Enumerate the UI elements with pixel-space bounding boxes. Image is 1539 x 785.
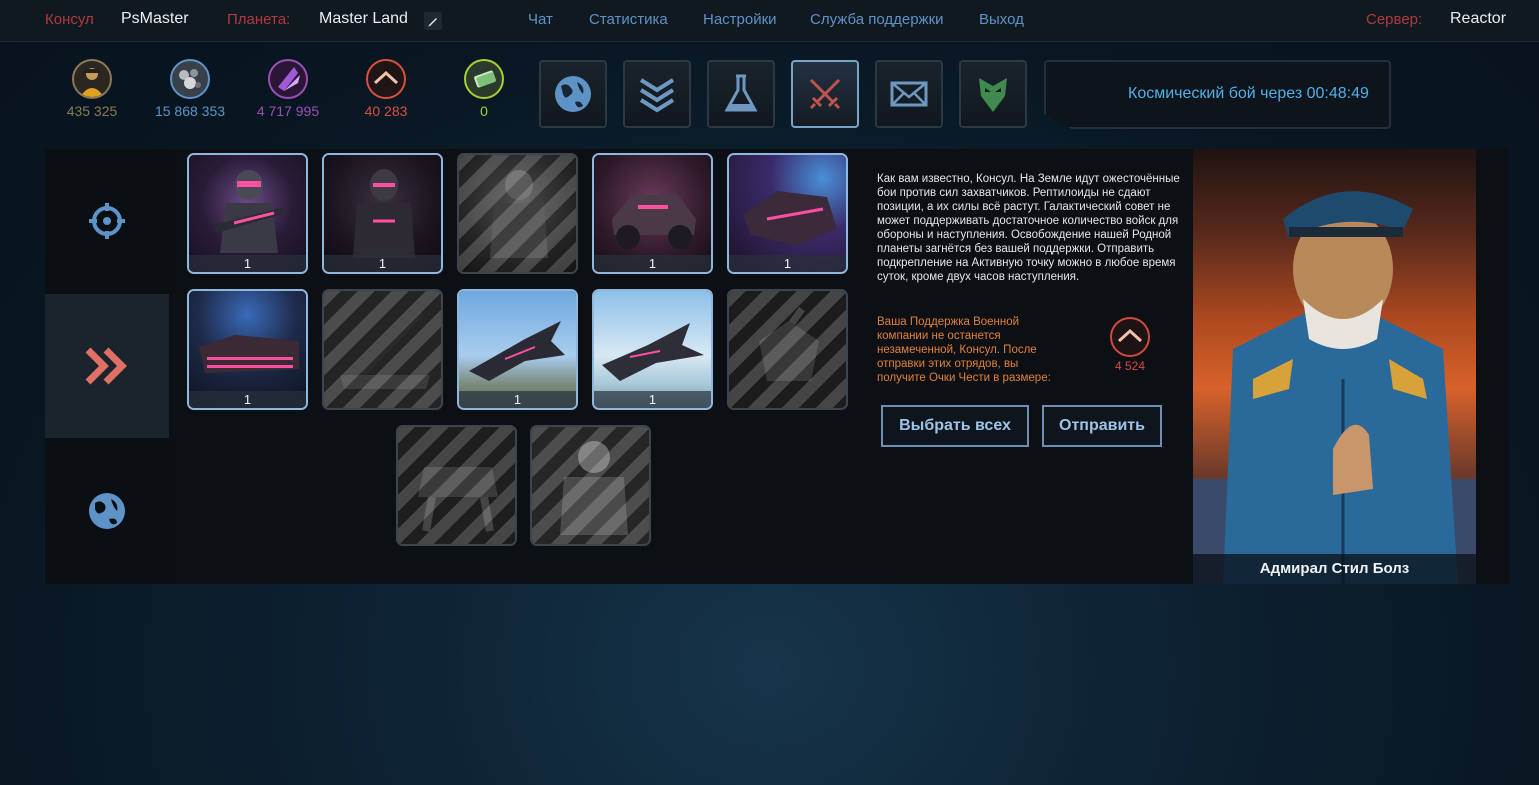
tab-battle[interactable]	[791, 60, 859, 128]
resource-metal: 15 868 353	[145, 59, 235, 119]
unit-card[interactable]: 1	[187, 153, 308, 274]
unit-card[interactable]: 1	[187, 289, 308, 410]
top-bar: Консул PsMaster Планета: Master Land Чат…	[0, 0, 1539, 42]
nav-statistics[interactable]: Статистика	[589, 11, 668, 28]
locked-overlay	[324, 291, 441, 408]
planet-label: Планета:	[227, 11, 291, 28]
hover-tank-image	[743, 191, 837, 245]
edit-planet-name-button[interactable]	[424, 12, 442, 30]
portrait-name: Адмирал Стил Болз	[1193, 554, 1476, 584]
consul-name: PsMaster	[121, 10, 189, 27]
unit-count: 1	[729, 255, 846, 272]
resource-value: 40 283	[364, 103, 408, 119]
unit-card-locked[interactable]	[727, 289, 848, 410]
globe-icon	[89, 493, 125, 529]
tab-ranks[interactable]	[623, 60, 691, 128]
metal-icon	[170, 59, 210, 99]
reward-text: Ваша Поддержка Военной компании не остан…	[877, 316, 1051, 384]
nav-chat[interactable]: Чат	[528, 11, 553, 28]
flask-icon	[724, 74, 758, 112]
locked-overlay	[459, 155, 576, 272]
unit-count: 1	[594, 391, 711, 408]
battle-timer: Космический бой через 00:48:49	[1044, 60, 1391, 129]
mail-icon	[890, 81, 928, 107]
credits-icon	[464, 59, 504, 99]
server-label: Сервер:	[1366, 11, 1423, 28]
unit-card-locked[interactable]	[322, 289, 443, 410]
nav-logout[interactable]: Выход	[979, 11, 1024, 28]
honor-icon	[1110, 317, 1150, 357]
planet-icon	[555, 76, 591, 112]
battle-timer-text: Космический бой через 00:48:49	[1128, 85, 1369, 102]
unit-card[interactable]: 1	[457, 289, 578, 410]
sidebar-item-support[interactable]	[45, 294, 169, 438]
resource-credits: 0	[439, 59, 529, 119]
sidebar	[45, 149, 169, 584]
nav-settings[interactable]: Настройки	[703, 11, 777, 28]
unit-card-locked[interactable]	[530, 425, 651, 546]
locked-overlay	[398, 427, 515, 544]
resource-value: 435 325	[66, 103, 118, 119]
crossed-swords-icon	[809, 78, 841, 110]
fighter-image	[469, 321, 565, 381]
locked-overlay	[532, 427, 649, 544]
buggy-image	[612, 195, 696, 249]
consul-label: Консул	[45, 11, 94, 28]
unit-count: 1	[594, 255, 711, 272]
trooper-image	[214, 170, 286, 253]
sidebar-item-world[interactable]	[45, 439, 169, 583]
ranks-icon	[639, 78, 675, 113]
resource-value: 15 868 353	[154, 103, 226, 119]
nav-support[interactable]: Служба поддержки	[810, 11, 944, 28]
pencil-icon	[428, 18, 437, 27]
unit-card-locked[interactable]	[457, 153, 578, 274]
unit-count: 1	[189, 391, 306, 408]
resource-population: 435 325	[47, 59, 137, 119]
crystal-icon	[268, 59, 308, 99]
unit-card[interactable]: 1	[592, 153, 713, 274]
crosshair-icon	[89, 203, 125, 239]
tab-mail[interactable]	[875, 60, 943, 128]
reward-value: 4 524	[1114, 359, 1146, 373]
tab-planet[interactable]	[539, 60, 607, 128]
alliance-icon	[979, 78, 1007, 112]
resource-value: 0	[480, 103, 488, 119]
double-chevron-icon	[85, 347, 127, 385]
mission-description: Как вам известно, Консул. На Земле идут …	[877, 173, 1180, 283]
resource-honor: 40 283	[341, 59, 431, 119]
bomber-image	[602, 323, 704, 381]
send-button[interactable]: Отправить	[1042, 405, 1162, 447]
planet-name: Master Land	[319, 10, 408, 27]
unit-count: 1	[459, 391, 576, 408]
server-name: Reactor	[1450, 10, 1507, 27]
resource-crystal: 4 717 995	[243, 59, 333, 119]
heavy-trooper-image	[353, 169, 415, 258]
resource-value: 4 717 995	[256, 103, 320, 119]
admiral-portrait: Адмирал Стил Болз	[1193, 149, 1476, 584]
unit-card[interactable]: 1	[727, 153, 848, 274]
heavy-tank-image	[199, 335, 299, 373]
unit-card[interactable]: 1	[322, 153, 443, 274]
sidebar-item-target[interactable]	[45, 149, 169, 293]
unit-count: 1	[324, 255, 441, 272]
unit-card[interactable]: 1	[592, 289, 713, 410]
unit-count: 1	[189, 255, 306, 272]
tab-alliance[interactable]	[959, 60, 1027, 128]
consul-avatar-icon	[72, 59, 112, 99]
unit-card-locked[interactable]	[396, 425, 517, 546]
tab-research[interactable]	[707, 60, 775, 128]
honor-icon	[366, 59, 406, 99]
select-all-button[interactable]: Выбрать всех	[881, 405, 1029, 447]
locked-overlay	[729, 291, 846, 408]
admiral-image	[1193, 191, 1476, 584]
